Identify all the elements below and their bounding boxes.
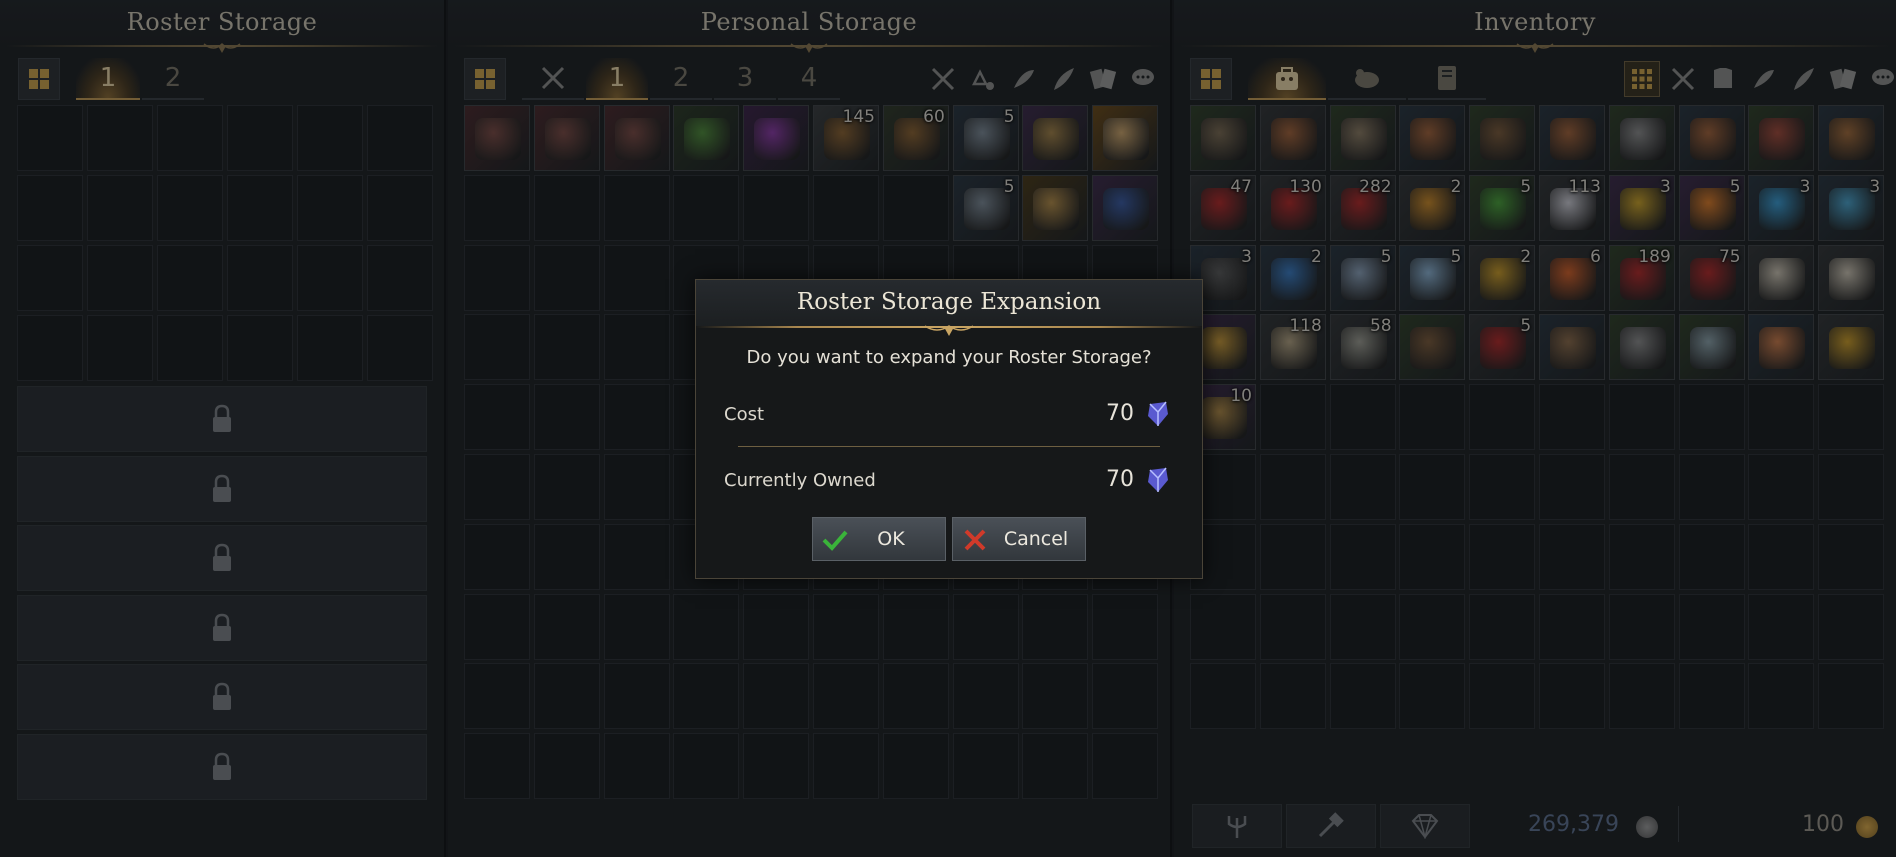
cost-separator xyxy=(738,446,1160,447)
roster-expansion-dialog: Roster Storage Expansion Do you want to … xyxy=(695,279,1203,579)
cost-label: Cost xyxy=(724,404,765,425)
owned-label: Currently Owned xyxy=(724,470,876,491)
owned-row: Currently Owned 70 xyxy=(724,466,1172,496)
owned-value: 70 xyxy=(1106,467,1134,492)
cancel-button[interactable]: Cancel xyxy=(952,517,1086,561)
dialog-question: Do you want to expand your Roster Storag… xyxy=(746,347,1152,368)
blue-crystal-icon xyxy=(1148,401,1168,426)
cancel-label: Cancel xyxy=(1003,528,1069,550)
ok-label: OK xyxy=(877,528,905,550)
blue-crystal-icon xyxy=(1148,467,1168,492)
dialog-title: Roster Storage Expansion xyxy=(796,289,1102,315)
ok-button[interactable]: OK xyxy=(812,517,946,561)
cost-value: 70 xyxy=(1106,401,1134,426)
cost-row: Cost 70 xyxy=(724,400,1172,430)
ornament-icon xyxy=(924,325,974,336)
